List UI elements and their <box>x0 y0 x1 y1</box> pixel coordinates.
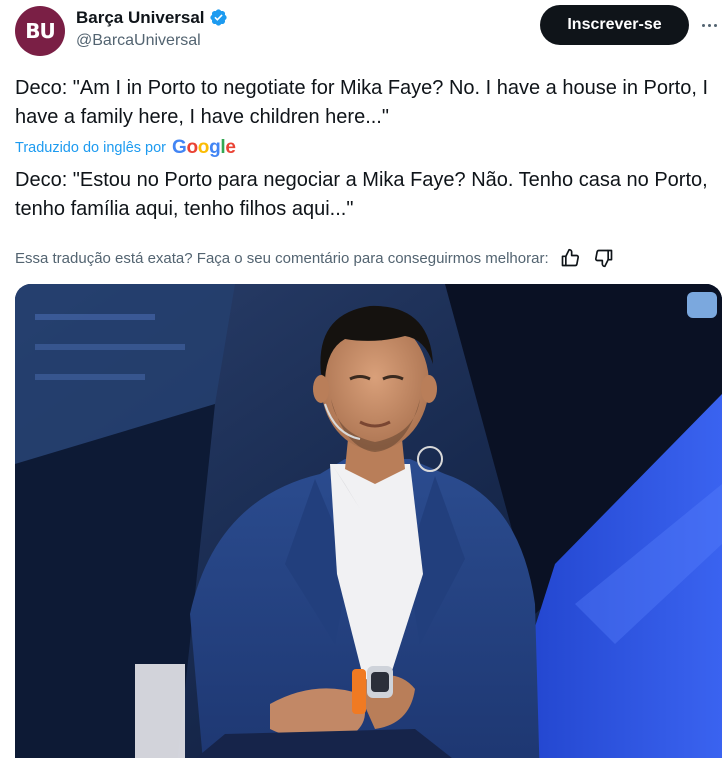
subscribe-button[interactable]: Inscrever-se <box>540 5 689 45</box>
thumbs-down-icon[interactable] <box>593 247 615 269</box>
tweet-original-text: Deco: "Am I in Porto to negotiate for Mi… <box>15 77 709 128</box>
display-name[interactable]: Barça Universal <box>76 8 205 28</box>
translation-attribution: Traduzido do inglês por Google <box>15 137 236 159</box>
verified-badge-icon <box>209 8 228 27</box>
feedback-prompt: Essa tradução está exata? Faça o seu com… <box>15 249 549 267</box>
account-handle[interactable]: @BarcaUniversal <box>76 32 228 50</box>
tweet-card: BU Barça Universal @BarcaUniversal Inscr… <box>0 0 725 758</box>
tweet-photo[interactable] <box>15 284 722 758</box>
name-row: Barça Universal <box>76 6 228 29</box>
translated-from-label[interactable]: Traduzido do inglês por <box>15 140 166 156</box>
more-options-icon[interactable] <box>698 15 720 35</box>
google-logo: Google <box>172 137 236 158</box>
avatar-logo-text: BU <box>25 19 56 43</box>
translation-feedback: Essa tradução está exata? Faça o seu com… <box>15 246 715 270</box>
account-info: Barça Universal @BarcaUniversal <box>76 6 228 50</box>
tweet-translated-text: Deco: "Estou no Porto para negociar a Mi… <box>15 169 708 220</box>
account-avatar[interactable]: BU <box>15 6 65 56</box>
thumbs-up-icon[interactable] <box>559 247 581 269</box>
